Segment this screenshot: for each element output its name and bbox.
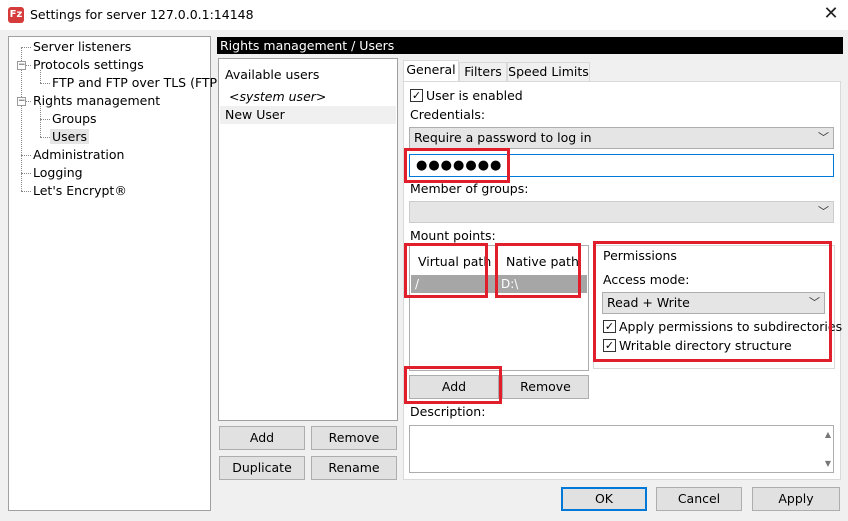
highlight-virtual-path: [404, 243, 488, 298]
tree-collapse-icon[interactable]: −: [17, 61, 26, 70]
highlight-password: [404, 148, 510, 183]
tree-item-label: Logging: [33, 165, 83, 180]
users-list-heading: Available users: [225, 67, 320, 82]
rename-user-button[interactable]: Rename: [311, 456, 397, 480]
tab-speed-limits[interactable]: Speed Limits: [507, 62, 590, 82]
users-list[interactable]: Available users <system user> New User: [218, 58, 398, 421]
user-enabled-label: User is enabled: [426, 88, 523, 103]
highlight-native-path: [495, 243, 581, 298]
tree-item-label: Protocols settings: [33, 57, 144, 72]
tree-item-lets-encrypt[interactable]: Let's Encrypt®: [31, 183, 129, 199]
tree-collapse-icon[interactable]: −: [17, 97, 26, 106]
tab-general[interactable]: General: [403, 60, 459, 82]
description-label: Description:: [410, 404, 486, 419]
list-item-new-user[interactable]: New User: [225, 107, 285, 123]
title-bar: Fz Settings for server 127.0.0.1:14148 ✕: [0, 0, 848, 30]
remove-mount-button[interactable]: Remove: [502, 375, 589, 399]
close-button[interactable]: ✕: [818, 3, 844, 27]
list-item-system-user[interactable]: <system user>: [229, 89, 326, 105]
credentials-label: Credentials:: [410, 107, 486, 122]
tree-connector: [21, 155, 31, 156]
credentials-select[interactable]: Require a password to log in ﹀: [409, 127, 834, 149]
ok-button[interactable]: OK: [561, 487, 647, 511]
tree-connector: [21, 47, 31, 48]
tree-item-administration[interactable]: Administration: [31, 147, 126, 163]
settings-tree: − − Server listeners Protocols settings …: [8, 36, 230, 511]
tree-item-label: Let's Encrypt®: [33, 183, 127, 198]
tree-item-protocols-settings[interactable]: Protocols settings: [31, 57, 146, 73]
mount-points-label: Mount points:: [410, 228, 496, 243]
remove-user-button[interactable]: Remove: [311, 426, 397, 450]
tree-item-label: Groups: [52, 111, 97, 126]
highlight-add-mount: [404, 366, 502, 404]
close-icon: ✕: [823, 3, 839, 24]
window-title: Settings for server 127.0.0.1:14148: [30, 7, 254, 22]
tree-item-ftp-ftps[interactable]: FTP and FTP over TLS (FTPS): [50, 75, 232, 91]
check-icon: ✓: [411, 89, 422, 102]
member-of-groups-label: Member of groups:: [410, 181, 529, 196]
filezilla-app-icon: Fz: [8, 7, 24, 23]
scroll-up-icon[interactable]: ▲: [825, 430, 831, 439]
user-enabled-checkbox[interactable]: ✓: [410, 89, 423, 102]
add-user-button[interactable]: Add: [219, 426, 305, 450]
tree-item-server-listeners[interactable]: Server listeners: [31, 39, 133, 55]
description-field[interactable]: ▲ ▼: [409, 425, 834, 473]
scroll-down-icon[interactable]: ▼: [825, 459, 831, 468]
tree-item-label: Administration: [33, 147, 125, 162]
apply-button[interactable]: Apply: [752, 487, 840, 511]
tree-item-groups[interactable]: Groups: [50, 111, 99, 127]
chevron-down-icon: ﹀: [818, 131, 829, 144]
credentials-select-value: Require a password to log in: [414, 130, 592, 145]
tree-connector: [40, 106, 41, 137]
chevron-down-icon: ﹀: [818, 205, 829, 218]
tree-connector: [21, 173, 31, 174]
tree-connector: [21, 191, 31, 192]
duplicate-user-button[interactable]: Duplicate: [219, 456, 305, 480]
tree-connector: [40, 119, 50, 120]
tree-item-label: FTP and FTP over TLS (FTPS): [52, 75, 230, 90]
tree-item-logging[interactable]: Logging: [31, 165, 85, 181]
tree-item-label: Server listeners: [33, 39, 132, 54]
tab-filters[interactable]: Filters: [459, 62, 507, 82]
tree-item-label: Users: [50, 129, 90, 144]
tree-connector: [40, 137, 50, 138]
tree-item-rights-management[interactable]: Rights management: [31, 93, 162, 109]
member-of-groups-select[interactable]: ﹀: [409, 201, 834, 223]
page-title: Rights management / Users: [217, 37, 843, 54]
tree-item-label: Rights management: [33, 93, 161, 108]
tree-item-users[interactable]: Users: [50, 129, 90, 145]
cancel-button[interactable]: Cancel: [656, 487, 742, 511]
highlight-permissions: [593, 241, 832, 362]
tree-connector: [40, 83, 50, 84]
